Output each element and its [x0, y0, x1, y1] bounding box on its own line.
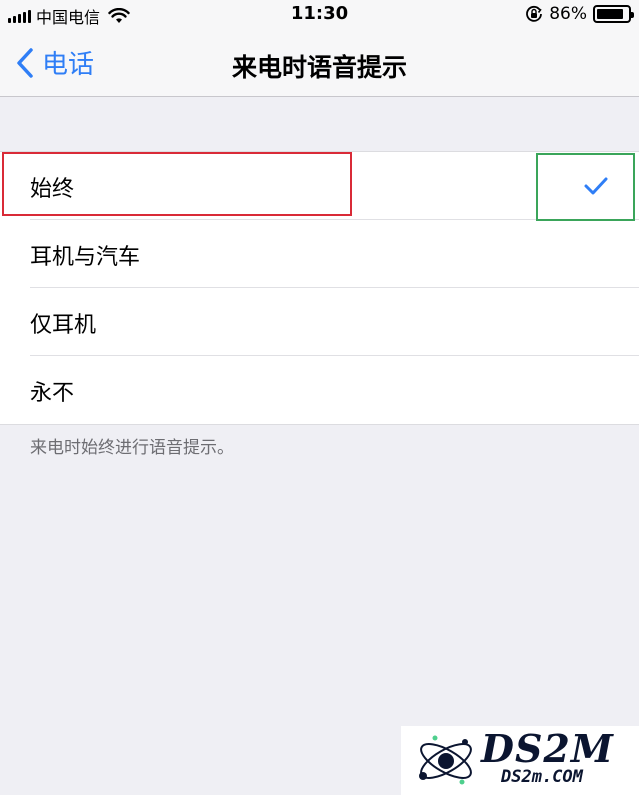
watermark-domain: DS2m.COM — [501, 767, 583, 787]
option-label: 仅耳机 — [30, 313, 97, 338]
announce-calls-options: 始终 耳机与汽车 仅耳机 永不 — [0, 151, 639, 425]
footer-description: 来电时始终进行语音提示。 — [30, 438, 234, 458]
back-label: 电话 — [42, 50, 95, 80]
option-headphones-and-car[interactable]: 耳机与汽车 — [0, 220, 639, 288]
option-label: 始终 — [30, 177, 75, 202]
option-label: 耳机与汽车 — [30, 245, 141, 270]
status-left: 中国电信 — [8, 4, 130, 28]
option-label: 永不 — [30, 381, 75, 406]
option-headphones-only[interactable]: 仅耳机 — [0, 288, 639, 356]
option-never[interactable]: 永不 — [0, 356, 639, 424]
chevron-left-icon — [17, 47, 33, 78]
wifi-icon — [108, 8, 130, 23]
battery-icon — [593, 5, 634, 23]
back-button[interactable]: 电话 — [16, 44, 94, 81]
orientation-lock-icon — [526, 5, 543, 22]
checkmark-icon — [584, 177, 608, 195]
page-title: 来电时语音提示 — [231, 53, 407, 82]
navigation-bar: 电话 来电时语音提示 — [0, 30, 639, 97]
watermark-brand: DS2M — [481, 726, 614, 771]
battery-percent: 86% — [549, 4, 587, 24]
ds2m-logo-icon — [419, 735, 472, 785]
carrier-name: 中国电信 — [36, 8, 101, 27]
status-right: 86% — [525, 4, 634, 24]
battery-fill — [597, 9, 623, 19]
watermark: DS2M DS2m.COM — [401, 726, 639, 795]
battery-tip — [631, 12, 634, 18]
screen: 中国电信 11:30 86% 电话 来电时语音提示 始终 耳机与汽车 仅耳机 永… — [0, 0, 639, 795]
signal-icon — [8, 9, 31, 23]
option-always[interactable]: 始终 — [0, 152, 639, 220]
status-bar: 中国电信 11:30 86% — [0, 0, 639, 30]
